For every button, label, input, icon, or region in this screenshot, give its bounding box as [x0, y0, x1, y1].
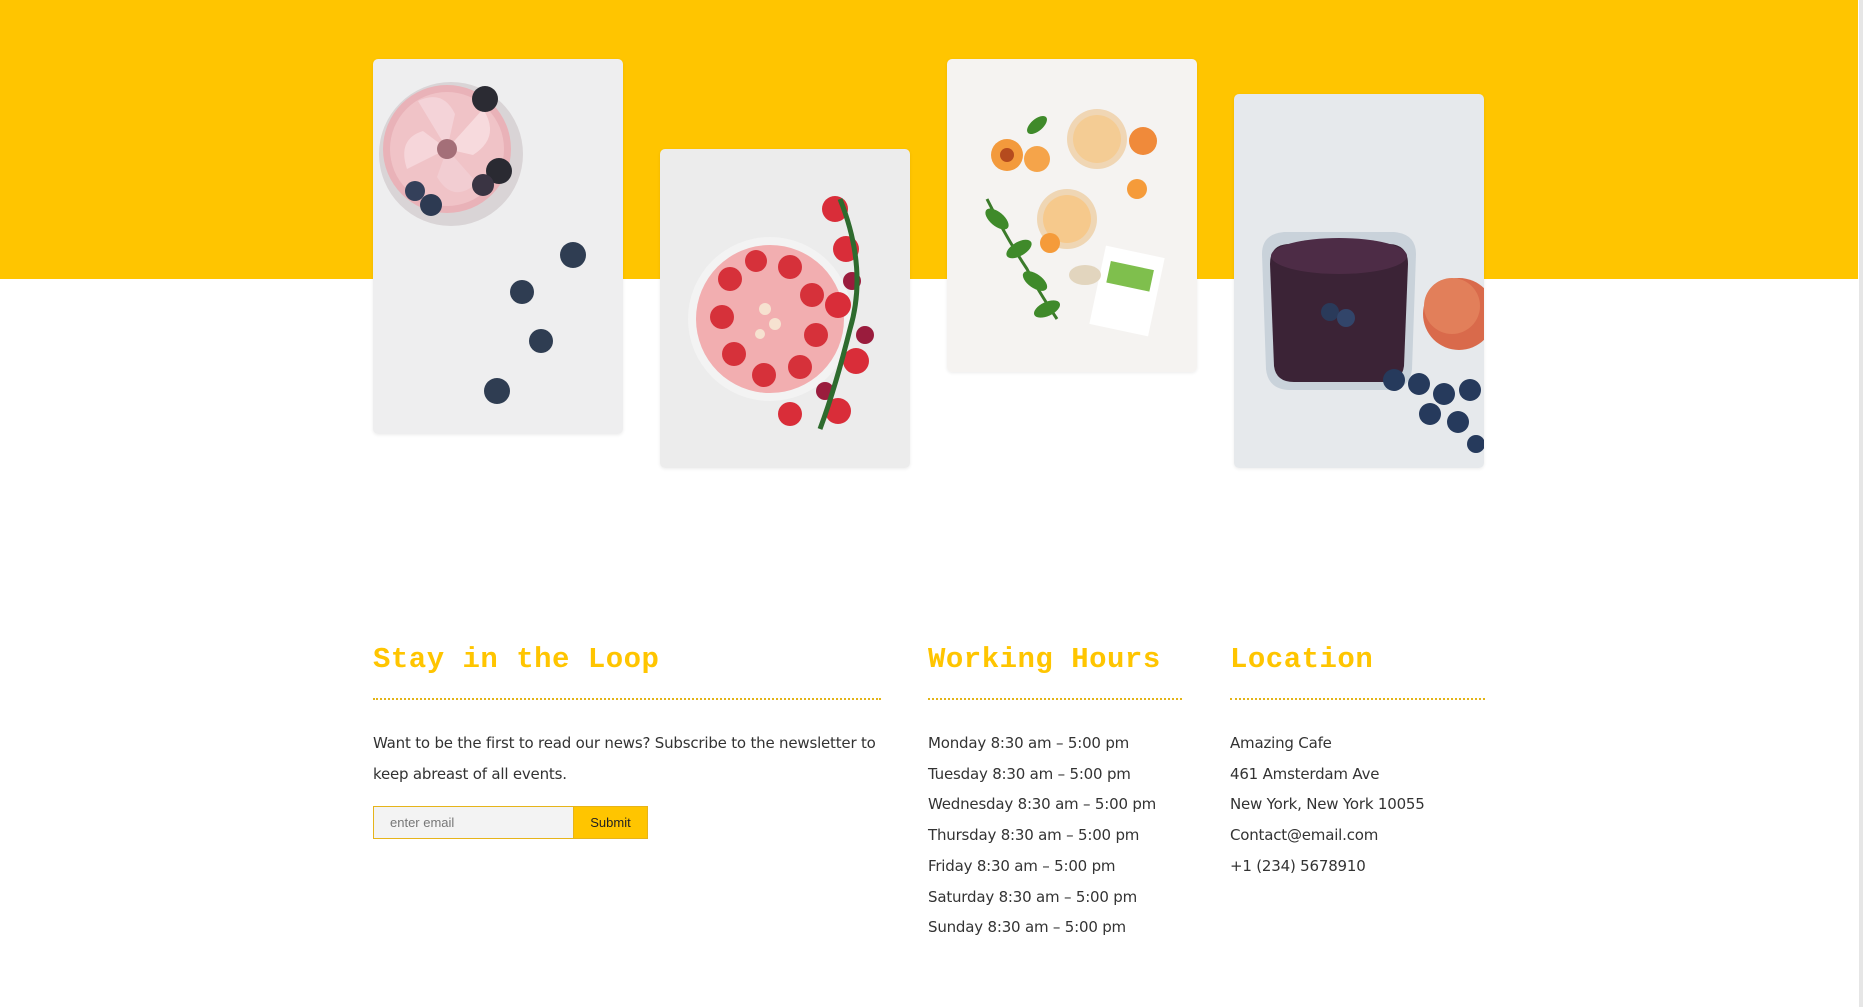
- submit-button[interactable]: Submit: [574, 806, 648, 839]
- working-hours-section: Working Hours Monday 8:30 am – 5:00 pm T…: [928, 640, 1182, 943]
- page: Stay in the Loop Want to be the first to…: [0, 0, 1863, 1007]
- hours-monday: Monday 8:30 am – 5:00 pm: [928, 734, 1130, 752]
- newsletter-description: Want to be the first to read our news? S…: [373, 734, 876, 783]
- hours-saturday: Saturday 8:30 am – 5:00 pm: [928, 887, 1138, 906]
- berry-smoothie-flower-photo: [373, 59, 623, 434]
- hours-wednesday: Wednesday 8:30 am – 5:00 pm: [928, 795, 1157, 814]
- scrollbar-track[interactable]: [1859, 0, 1863, 1007]
- cafe-name: Amazing Cafe: [1230, 734, 1332, 752]
- street-address: 461 Amsterdam Ave: [1230, 764, 1380, 783]
- hours-thursday: Thursday 8:30 am – 5:00 pm: [928, 826, 1140, 845]
- working-hours-list: Monday 8:30 am – 5:00 pm Tuesday 8:30 am…: [928, 728, 1182, 943]
- newsletter-form: Submit: [373, 806, 881, 839]
- hours-sunday: Sunday 8:30 am – 5:00 pm: [928, 918, 1126, 937]
- strawberry-bowl-photo: [660, 149, 910, 468]
- newsletter-title: Stay in the Loop: [373, 640, 881, 700]
- peach-smoothie-photo: [947, 59, 1197, 372]
- hours-tuesday: Tuesday 8:30 am – 5:00 pm: [928, 764, 1131, 783]
- location-title: Location: [1230, 640, 1485, 700]
- hours-friday: Friday 8:30 am – 5:00 pm: [928, 856, 1116, 875]
- location-section: Location Amazing Cafe 461 Amsterdam Ave …: [1230, 640, 1485, 882]
- location-details: Amazing Cafe 461 Amsterdam Ave New York,…: [1230, 728, 1485, 882]
- contact-email: Contact@email.com: [1230, 826, 1379, 845]
- phone-number: +1 (234) 5678910: [1230, 856, 1366, 875]
- city-state-zip: New York, New York 10055: [1230, 795, 1425, 814]
- newsletter-section: Stay in the Loop Want to be the first to…: [373, 640, 881, 839]
- hero-yellow-band: [0, 0, 1858, 279]
- working-hours-title: Working Hours: [928, 640, 1182, 700]
- email-input[interactable]: [373, 806, 574, 839]
- blueberry-smoothie-photo: [1234, 94, 1484, 468]
